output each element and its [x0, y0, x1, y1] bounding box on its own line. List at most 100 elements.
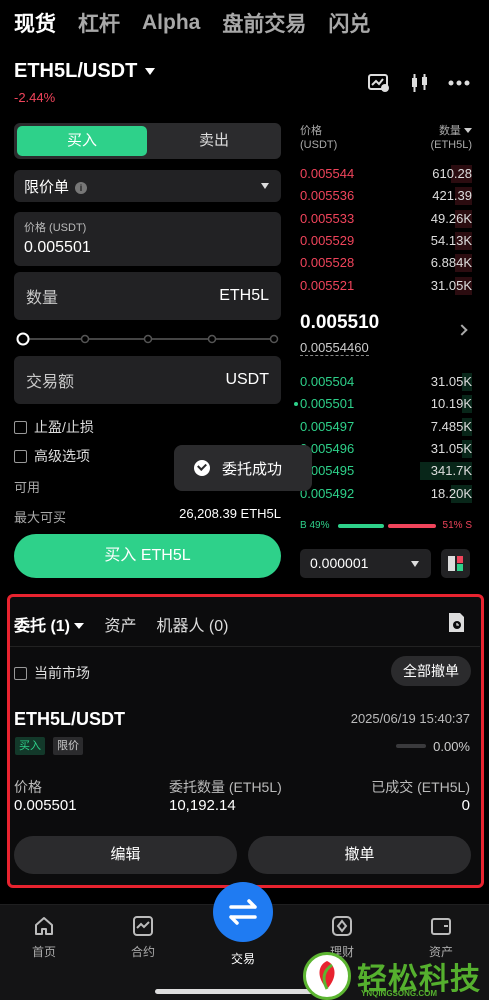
ask-row[interactable]: 0.005521 31.05K [300, 275, 472, 297]
bid-row[interactable]: 0.005496 31.05K [300, 438, 472, 460]
pair-selector[interactable]: ETH5L/USDT [14, 60, 156, 83]
amount-unit: USDT [225, 371, 269, 388]
bid-row[interactable]: 0.005497 7.485K [300, 416, 472, 438]
quantity-input[interactable]: 数量 ETH5L [14, 272, 281, 320]
bid-price: 0.005497 [300, 418, 355, 434]
wallet-icon [431, 918, 451, 935]
orders-tabs: 委托 (1) 资产 机器人 (0) [14, 612, 229, 636]
fill-progress-bar [396, 744, 426, 748]
cancel-all-button[interactable]: 全部撤单 [391, 656, 471, 686]
ask-price: 0.005533 [300, 210, 355, 226]
tab-alpha[interactable]: Alpha [142, 11, 200, 35]
bid-row[interactable]: 0.005504 31.05K [300, 371, 472, 393]
ask-row[interactable]: 0.005536 421.39 [300, 185, 472, 207]
tab-margin[interactable]: 杠杆 [78, 8, 120, 38]
mark-price[interactable]: 0.00554460 [300, 340, 369, 356]
quantity-slider[interactable] [16, 331, 279, 347]
order-type-tag: 限价 [53, 737, 83, 755]
max-buy-value: 26,208.39 ETH5L [179, 506, 281, 521]
buy-ratio-bar [338, 524, 384, 528]
tpsl-checkbox[interactable]: 止盈/止损 [14, 417, 94, 437]
fill-percentage: 0.00% [433, 739, 470, 754]
ask-row[interactable]: 0.005528 6.884K [300, 252, 472, 274]
bid-row[interactable]: 0.005495 341.7K [300, 460, 472, 482]
edit-order-button[interactable]: 编辑 [14, 836, 237, 874]
tab-assets[interactable]: 资产 [104, 612, 136, 636]
quantity-unit: ETH5L [219, 287, 269, 304]
chevron-down-icon [261, 183, 269, 189]
tpsl-label: 止盈/止损 [34, 419, 94, 435]
ask-price: 0.005536 [300, 188, 355, 204]
trade-fab[interactable] [213, 882, 273, 942]
buy-sell-ratio: B 49% 51% S [300, 520, 472, 532]
success-toast: 委托成功 [174, 445, 312, 491]
ask-row[interactable]: 0.005529 54.13K [300, 230, 472, 252]
buy-tab[interactable]: 买入 [17, 126, 147, 156]
orderbook-layout-button[interactable] [441, 549, 470, 578]
price-input-value: 0.005501 [24, 239, 91, 256]
watermark-circle [303, 952, 351, 1000]
price-change: -2.44% [14, 90, 56, 105]
chevron-down-icon [411, 561, 419, 567]
panel-divider [10, 646, 480, 647]
chevron-down-icon [464, 128, 472, 133]
ask-row[interactable]: 0.005544 610.28 [300, 163, 472, 185]
orderbook-layout-icon [448, 556, 463, 571]
leaf-icon [319, 961, 335, 990]
order-qty-value: 10,192.14 [169, 797, 236, 814]
orderbook-header: 价格 (USDT) 数量 (ETH5L) [300, 124, 472, 152]
order-history-icon[interactable] [447, 612, 466, 633]
ask-price: 0.005528 [300, 255, 355, 271]
bid-price: 0.005501 [300, 396, 355, 412]
bid-row[interactable]: 0.005492 18.20K [300, 483, 472, 505]
nav-trade-label[interactable]: 交易 [213, 950, 273, 967]
qty-unit: (ETH5L) [430, 139, 472, 151]
order-filled-value: 0 [461, 797, 470, 814]
tab-convert[interactable]: 闪兑 [328, 8, 370, 38]
nav-futures-label: 合约 [130, 945, 155, 959]
checkbox-icon [14, 449, 27, 463]
tab-premarket[interactable]: 盘前交易 [222, 8, 306, 38]
order-type-select[interactable]: 限价单 i [14, 170, 281, 202]
order-filled-label: 已成交 (ETH5L) [371, 779, 470, 795]
watermark-logo: 轻松科技 YNQINGSONG.COM [303, 952, 489, 1000]
ask-qty: 49.26K [430, 210, 472, 226]
chevron-down-icon [145, 68, 156, 76]
cancel-order-button[interactable]: 撤单 [248, 836, 471, 874]
home-icon [35, 917, 53, 935]
tab-open-orders[interactable]: 委托 (1) [14, 612, 85, 636]
check-circle-icon [194, 460, 210, 476]
buy-button[interactable]: 买入 ETH5L [14, 534, 281, 578]
open-order-dot [294, 402, 298, 406]
advanced-checkbox[interactable]: 高级选项 [14, 446, 90, 466]
max-buy-label: 最大可买 [14, 510, 67, 525]
order-side-tag: 买入 [15, 737, 45, 755]
ask-qty: 54.13K [430, 232, 472, 248]
tab-open-orders-label: 委托 (1) [14, 618, 71, 635]
qty-header: 数量 [438, 125, 461, 137]
bid-qty: 10.19K [430, 396, 472, 412]
qty-header-wrap[interactable]: 数量 (ETH5L) [430, 124, 472, 152]
price-input[interactable]: 价格 (USDT) 0.005501 [14, 212, 281, 266]
candlestick-icon[interactable] [409, 73, 431, 93]
more-icon[interactable] [448, 80, 470, 86]
sell-ratio: 51% S [442, 520, 472, 531]
nav-futures[interactable]: 合约 [113, 915, 173, 960]
precision-value: 0.000001 [310, 555, 369, 571]
nav-home[interactable]: 首页 [14, 915, 74, 960]
tab-spot[interactable]: 现货 [14, 8, 56, 38]
chart-settings-icon[interactable] [368, 73, 390, 93]
precision-select[interactable]: 0.000001 [300, 549, 431, 578]
order-qty-label: 委托数量 (ETH5L) [169, 779, 282, 795]
ask-price: 0.005521 [300, 277, 355, 293]
tab-bots[interactable]: 机器人 (0) [156, 612, 228, 636]
sell-tab[interactable]: 卖出 [151, 126, 277, 156]
current-market-checkbox[interactable]: 当前市场 [14, 663, 90, 683]
info-icon[interactable]: i [75, 182, 88, 194]
order-type-label: 限价单 [24, 179, 70, 196]
chevron-right-icon[interactable] [456, 324, 468, 336]
bid-qty: 31.05K [430, 374, 472, 389]
ask-row[interactable]: 0.005533 49.26K [300, 208, 472, 230]
bid-row[interactable]: 0.005501 10.19K [300, 393, 472, 415]
amount-input[interactable]: 交易额 USDT [14, 356, 281, 404]
